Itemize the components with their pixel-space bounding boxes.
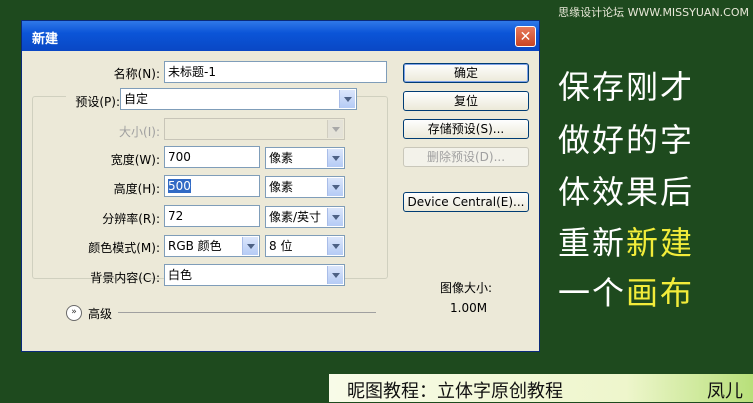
- name-input[interactable]: 未标题-1: [164, 61, 387, 83]
- ok-button[interactable]: 确定: [403, 63, 529, 83]
- caption-line-4-highlight: 新建: [626, 224, 695, 262]
- caption-line-5-highlight: 画布: [626, 274, 695, 312]
- height-label: 高度(H):: [113, 182, 160, 196]
- close-button[interactable]: ✕: [515, 26, 536, 47]
- footer-title: 昵图教程：立体字原创教程: [347, 381, 563, 402]
- width-unit-value: 像素: [269, 151, 294, 165]
- background-value: 白色: [168, 268, 193, 282]
- preset-label: 预设(P):: [66, 93, 122, 110]
- chevron-down-icon: [327, 178, 343, 196]
- chevron-down-icon: [339, 90, 355, 108]
- height-input[interactable]: 500: [164, 175, 260, 197]
- advanced-divider: [118, 312, 376, 313]
- footer-bar: 昵图教程：立体字原创教程 凤儿: [329, 374, 753, 402]
- caption-line-3: 体效果后: [558, 173, 695, 211]
- size-label: 大小(I):: [119, 125, 160, 139]
- preset-value: 自定: [124, 92, 149, 106]
- device-central-button[interactable]: Device Central(E)...: [403, 192, 529, 212]
- resolution-label: 分辨率(R):: [102, 212, 160, 226]
- chevron-down-icon: [327, 149, 343, 167]
- resolution-unit-value: 像素/英寸: [269, 210, 322, 224]
- reset-button[interactable]: 复位: [403, 91, 529, 111]
- color-mode-label: 颜色模式(M):: [88, 241, 160, 255]
- height-unit-value: 像素: [269, 180, 294, 194]
- new-document-dialog: 新建 ✕ 名称(N): 未标题-1 预设(P): 自定 大小(I): 宽度(W)…: [21, 20, 540, 352]
- caption-line-1: 保存刚才: [558, 68, 695, 106]
- chevron-down-icon: [327, 120, 343, 138]
- resolution-input[interactable]: 72: [164, 205, 260, 227]
- resolution-unit-select[interactable]: 像素/英寸: [265, 206, 345, 228]
- image-size-value: 1.00M: [450, 301, 488, 315]
- caption-line-4-plain: 重新: [558, 224, 627, 262]
- site-watermark: 思缘设计论坛 WWW.MISSYUAN.COM: [558, 6, 749, 19]
- chevron-down-icon: [327, 237, 343, 255]
- preset-select[interactable]: 自定: [120, 88, 357, 110]
- color-mode-select[interactable]: RGB 颜色: [164, 235, 260, 257]
- advanced-label[interactable]: 高级: [88, 305, 112, 322]
- width-input[interactable]: 700: [164, 146, 260, 168]
- advanced-toggle-icon[interactable]: »: [66, 305, 82, 321]
- color-mode-value: RGB 颜色: [168, 239, 222, 253]
- delete-preset-button: 删除预设(D)...: [403, 147, 529, 167]
- save-preset-button[interactable]: 存储预设(S)...: [403, 119, 529, 139]
- dialog-title: 新建: [32, 32, 59, 47]
- caption-line-5: 一个画布: [558, 268, 694, 314]
- chevron-down-icon: [242, 237, 258, 255]
- caption-line-5-plain: 一个: [558, 274, 627, 312]
- chevron-down-icon: [327, 266, 343, 284]
- footer-author: 凤儿: [707, 381, 743, 402]
- name-label: 名称(N):: [113, 67, 160, 81]
- close-icon: ✕: [519, 29, 532, 45]
- height-unit-select[interactable]: 像素: [265, 176, 345, 198]
- chevron-down-icon: [327, 208, 343, 226]
- background-select[interactable]: 白色: [164, 264, 345, 286]
- background-label: 背景内容(C):: [90, 271, 160, 285]
- caption-line-2: 做好的字: [558, 121, 695, 159]
- caption-line-4: 重新新建: [558, 218, 694, 264]
- size-select: [164, 118, 345, 140]
- bit-depth-select[interactable]: 8 位: [265, 235, 345, 257]
- width-unit-select[interactable]: 像素: [265, 147, 345, 169]
- dialog-title-bar[interactable]: 新建 ✕: [22, 21, 539, 51]
- image-size-label: 图像大小:: [440, 281, 493, 295]
- width-label: 宽度(W):: [110, 153, 160, 167]
- bit-depth-value: 8 位: [269, 239, 293, 253]
- height-value-selected: 500: [168, 179, 191, 193]
